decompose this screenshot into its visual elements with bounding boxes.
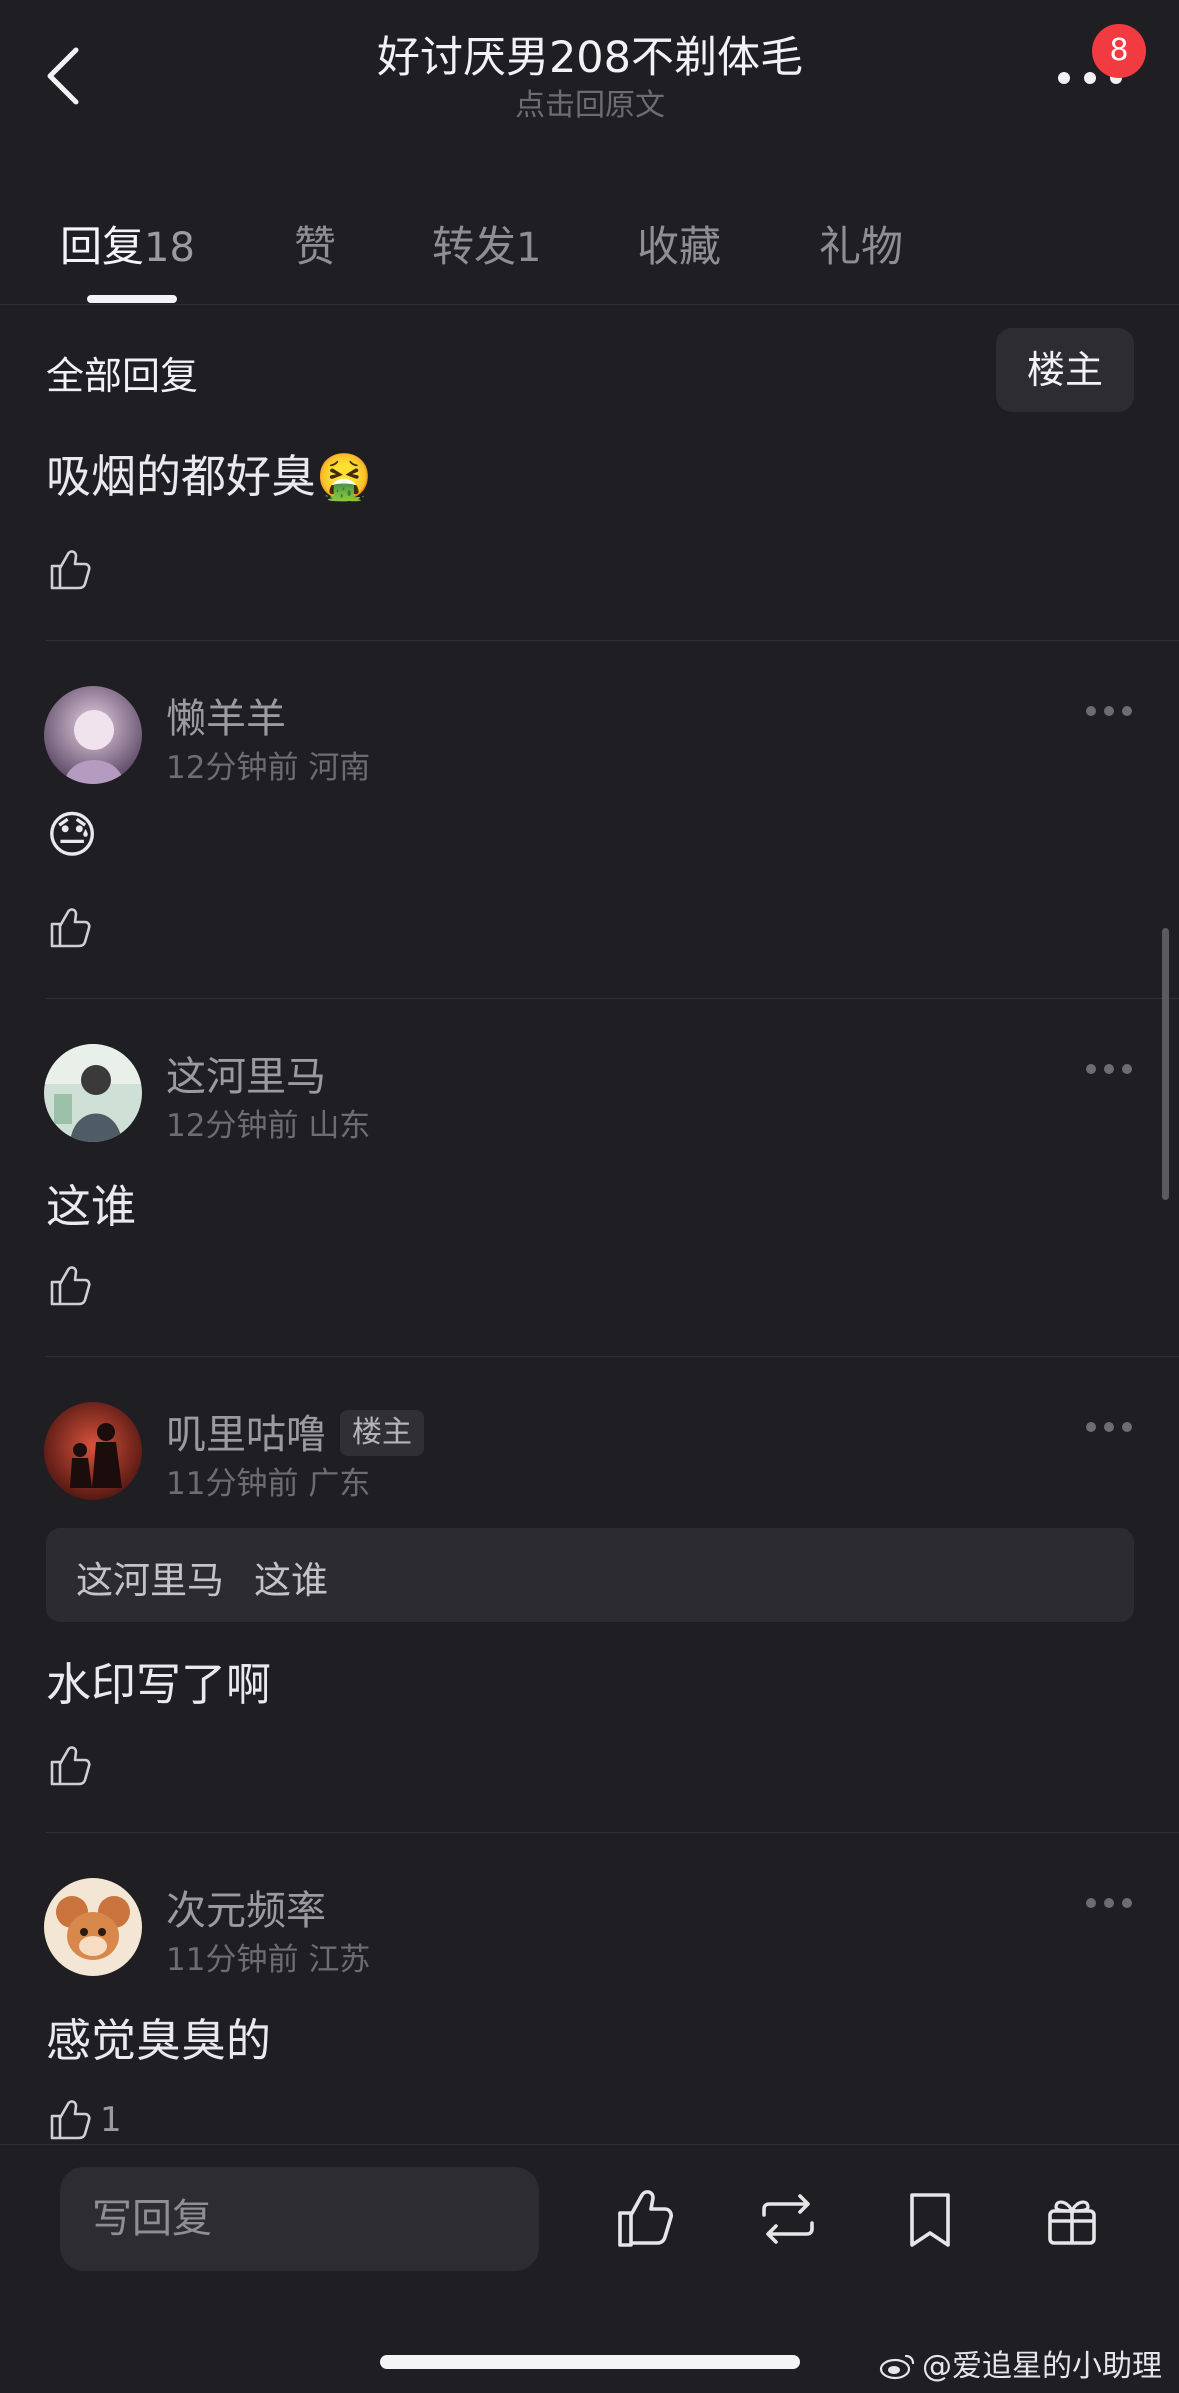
post-title-block[interactable]: 好讨厌男208不剃体毛 点击回原文 — [240, 30, 940, 126]
user-name[interactable]: 懒羊羊 — [166, 686, 286, 744]
vomiting-emoji: 🤮 — [316, 450, 373, 503]
quoted-user: 这河里马 — [76, 1559, 224, 1602]
comment-more-button[interactable] — [1086, 1898, 1132, 1912]
quoted-reply[interactable]: 这河里马 这谁 — [46, 1528, 1134, 1622]
tab-reposts[interactable]: 转发1 — [432, 213, 541, 274]
section-title: 全部回复 — [46, 354, 199, 398]
tab-favorites[interactable]: 收藏 — [637, 213, 721, 274]
comment-meta: 11分钟前 广东 — [166, 1466, 371, 1502]
avatar[interactable] — [44, 686, 142, 784]
thumbs-up-icon[interactable] — [46, 1742, 94, 1790]
tab-gifts[interactable]: 礼物 — [819, 213, 903, 274]
reply-input[interactable]: 写回复 — [60, 2167, 539, 2271]
chevron-left-icon — [47, 47, 79, 105]
thumbs-up-icon[interactable] — [46, 546, 94, 594]
bottom-action-bar: 写回复 @爱追星的小助理 — [0, 2144, 1179, 2393]
quoted-text: 这谁 — [254, 1559, 328, 1602]
tab-bar: 回复18 赞 转发1 收藏 礼物 — [0, 195, 1179, 305]
top-nav-bar: 好讨厌男208不剃体毛 点击回原文 8 — [0, 0, 1179, 150]
comment-meta: 12分钟前 山东 — [166, 1108, 371, 1144]
comment-text: 吸烟的都好臭🤮 — [46, 450, 373, 503]
thumbs-up-icon[interactable] — [46, 2096, 94, 2144]
comment-more-button[interactable] — [1086, 1422, 1132, 1436]
page-title: 好讨厌男208不剃体毛 — [376, 33, 804, 83]
comment-meta: 11分钟前 江苏 — [166, 1942, 371, 1978]
op-badge: 楼主 — [340, 1410, 424, 1456]
watermark: @爱追星的小助理 — [878, 2341, 1162, 2385]
bookmark-icon[interactable] — [896, 2185, 964, 2253]
user-name[interactable]: 叽里咕噜 楼主 — [166, 1402, 424, 1460]
scrollbar[interactable] — [1162, 928, 1169, 1200]
thumbs-up-icon[interactable] — [46, 1262, 94, 1310]
more-horizontal-icon — [1058, 72, 1070, 84]
avatar[interactable] — [44, 1878, 142, 1976]
thumbs-up-icon[interactable] — [46, 904, 94, 952]
sweat-emoji: 😓 — [46, 806, 99, 864]
tab-replies[interactable]: 回复18 — [60, 213, 195, 274]
back-to-original-link[interactable]: 点击回原文 — [240, 86, 940, 126]
like-count: 1 — [100, 2100, 122, 2140]
comment-meta: 12分钟前 河南 — [166, 750, 371, 786]
comment-text: 这谁 — [46, 1180, 137, 1233]
tab-likes[interactable]: 赞 — [294, 213, 336, 274]
user-name[interactable]: 这河里马 — [166, 1044, 326, 1102]
repost-icon[interactable] — [754, 2185, 822, 2253]
op-filter-button[interactable]: 楼主 — [996, 328, 1134, 412]
gift-icon[interactable] — [1038, 2185, 1106, 2253]
avatar[interactable] — [44, 1402, 142, 1500]
back-button[interactable] — [38, 36, 98, 116]
user-name[interactable]: 次元频率 — [166, 1878, 326, 1936]
like-icon[interactable] — [612, 2185, 680, 2253]
weibo-logo-icon — [879, 2354, 915, 2380]
comment-text: 感觉臭臭的 — [46, 2014, 272, 2067]
avatar[interactable] — [44, 1044, 142, 1142]
notification-badge: 8 — [1092, 24, 1146, 78]
active-tab-indicator — [87, 295, 177, 303]
comment-more-button[interactable] — [1086, 1064, 1132, 1078]
comment-text: 水印写了啊 — [46, 1658, 272, 1711]
home-indicator[interactable] — [380, 2355, 800, 2369]
comment-more-button[interactable] — [1086, 706, 1132, 720]
